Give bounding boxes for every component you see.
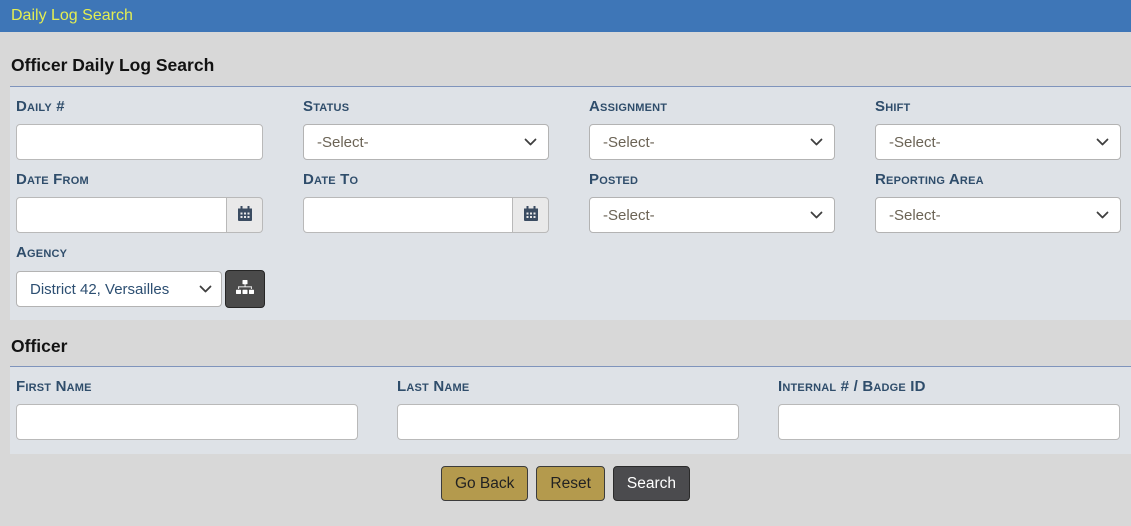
shift-select[interactable]: -Select- [875,124,1121,160]
daily-log-search-page: Daily Log Search Officer Daily Log Searc… [0,0,1131,501]
date-from-label: Date From [16,172,263,188]
date-to-input[interactable] [303,197,513,233]
date-from-calendar-button[interactable] [227,197,263,233]
search-button[interactable]: Search [613,466,690,501]
reset-button[interactable]: Reset [536,466,605,501]
shift-label: Shift [875,99,1121,115]
badge-id-field: Internal # / Badge ID [778,367,1120,440]
date-to-label: Date To [303,172,549,188]
page-title: Daily Log Search [11,7,133,25]
reporting-area-field: Reporting Area -Select- [875,160,1121,233]
assignment-select[interactable]: -Select- [589,124,835,160]
go-back-button[interactable]: Go Back [441,466,528,501]
shift-field: Shift -Select- [875,87,1121,160]
date-to-calendar-button[interactable] [513,197,549,233]
date-from-input[interactable] [16,197,227,233]
badge-id-label: Internal # / Badge ID [778,379,1120,395]
last-name-label: Last Name [397,379,739,395]
date-from-field: Date From [16,160,263,233]
posted-field: Posted -Select- [589,160,835,233]
status-label: Status [303,99,549,115]
first-name-field: First Name [16,367,358,440]
daily-number-field: Daily # [16,87,263,160]
calendar-icon [524,206,538,224]
calendar-icon [238,206,252,224]
search-criteria-panel: Daily # Status -Select- Assignment [10,87,1131,320]
agency-select[interactable]: District 42, Versailles [16,271,222,307]
badge-id-input[interactable] [778,404,1120,440]
search-row-1: Daily # Status -Select- Assignment [16,87,1121,160]
first-name-label: First Name [16,379,358,395]
sitemap-icon [236,280,254,298]
search-section-heading-band: Officer Daily Log Search [0,32,1131,86]
search-section-heading: Officer Daily Log Search [11,55,1121,75]
assignment-label: Assignment [589,99,835,115]
agency-field: Agency District 42, Versailles [16,245,1121,308]
officer-section-heading-band: Officer [0,320,1131,366]
reporting-area-label: Reporting Area [875,172,1121,188]
posted-label: Posted [589,172,835,188]
daily-number-label: Daily # [16,99,263,115]
officer-row: First Name Last Name Internal # / Badge … [16,367,1121,440]
assignment-field: Assignment -Select- [589,87,835,160]
search-row-2: Date From Date To [16,160,1121,233]
officer-panel: First Name Last Name Internal # / Badge … [10,367,1131,454]
daily-number-input[interactable] [16,124,263,160]
status-field: Status -Select- [303,87,549,160]
first-name-input[interactable] [16,404,358,440]
officer-section-heading: Officer [11,336,1121,356]
agency-hierarchy-button[interactable] [225,270,265,308]
reporting-area-select[interactable]: -Select- [875,197,1121,233]
last-name-input[interactable] [397,404,739,440]
date-to-field: Date To [303,160,549,233]
status-select[interactable]: -Select- [303,124,549,160]
agency-label: Agency [16,245,1121,261]
last-name-field: Last Name [397,367,739,440]
actions-bar: Go Back Reset Search [0,454,1131,501]
posted-select[interactable]: -Select- [589,197,835,233]
page-titlebar: Daily Log Search [0,0,1131,32]
